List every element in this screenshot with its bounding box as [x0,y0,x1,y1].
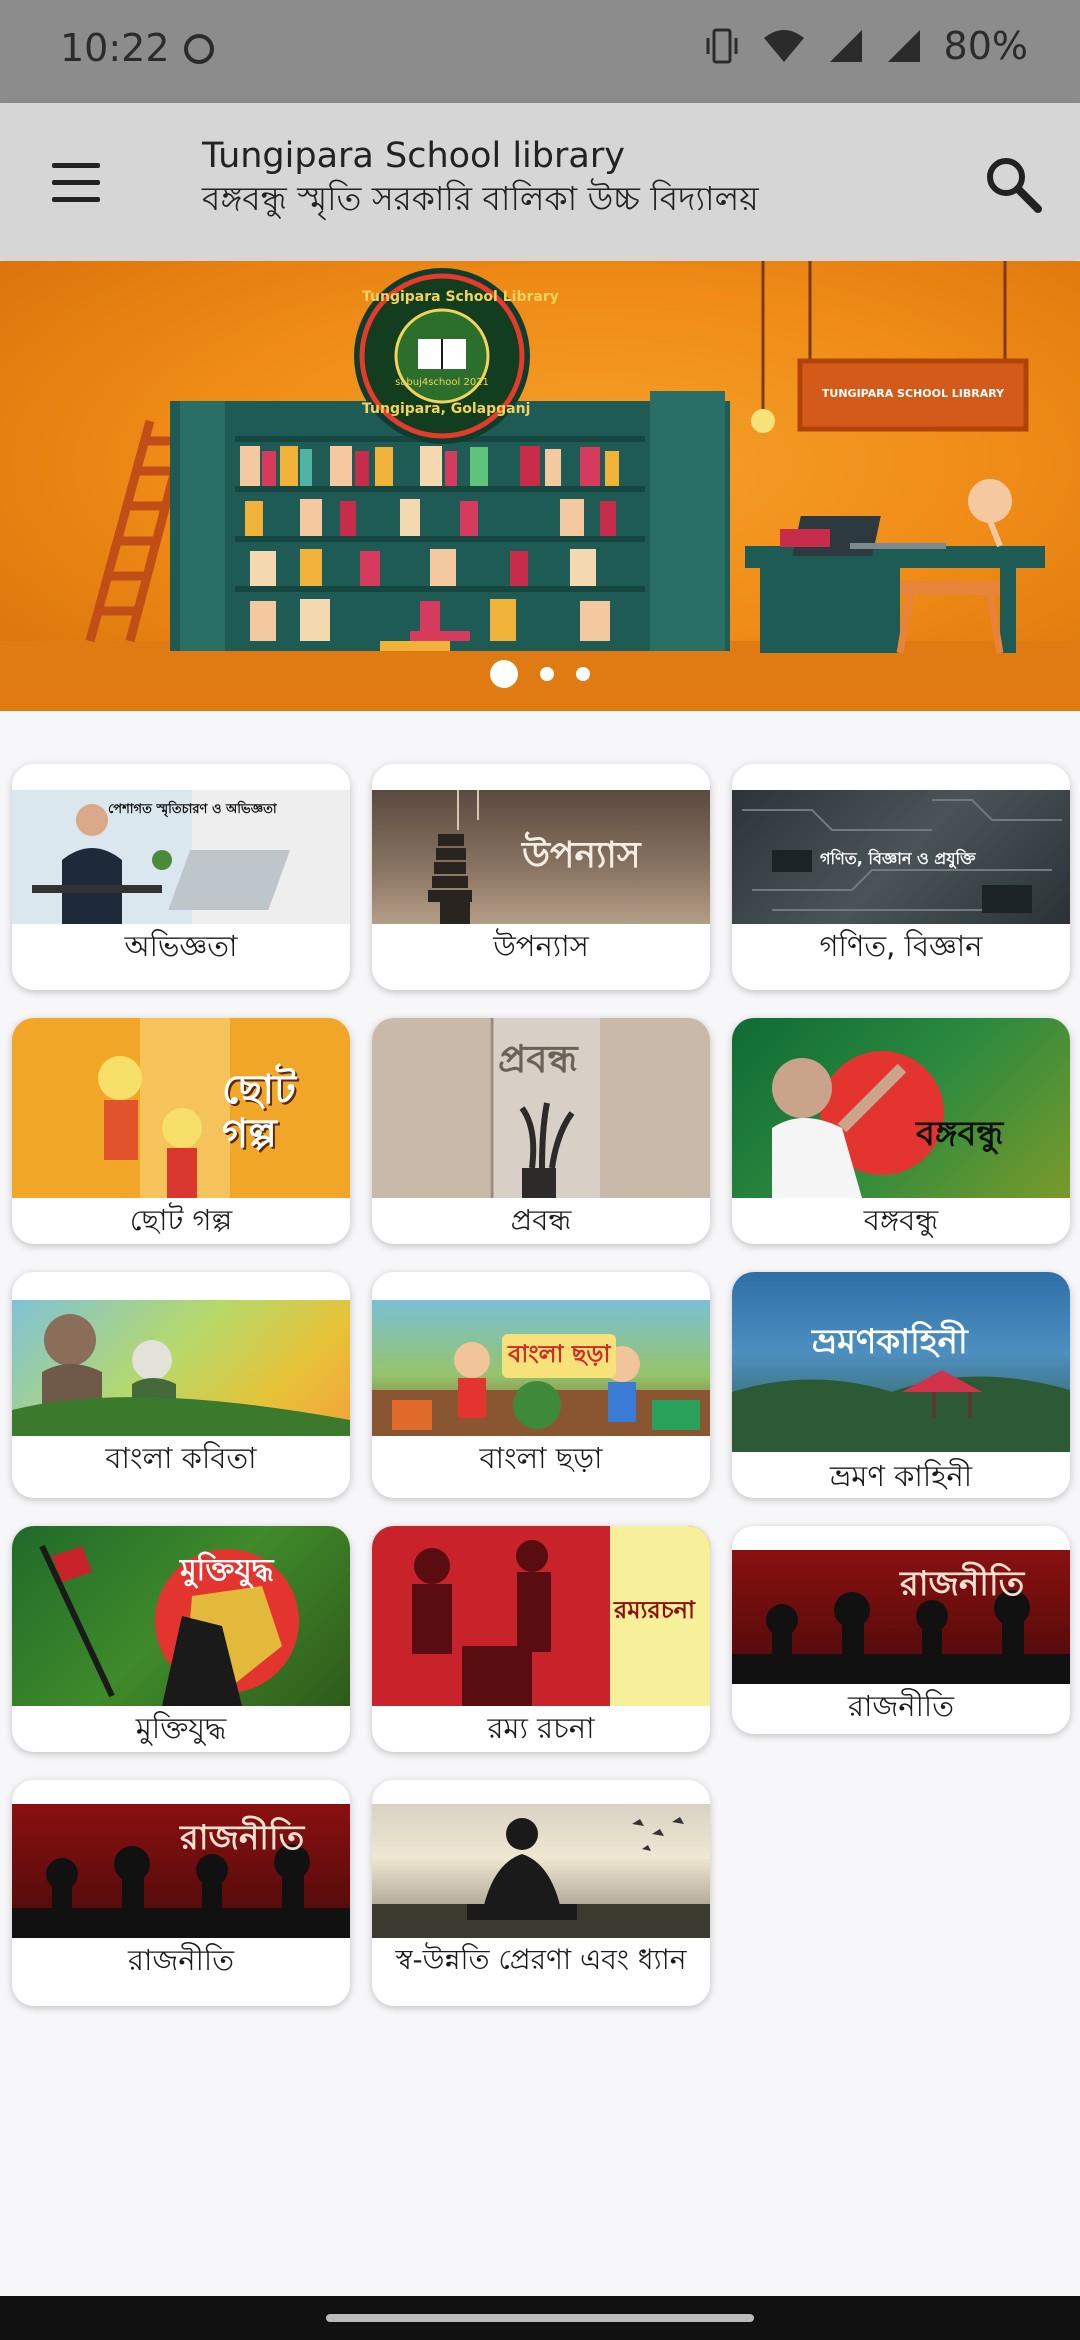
card-image: প্রবন্ধ [372,1018,710,1198]
card-image-text: বাংলা ছড়া [502,1334,617,1378]
card-image: উপন্যাস [372,790,710,924]
card-image: রাজনীতি [732,1550,1070,1684]
menu-icon[interactable] [46,153,106,213]
category-card-novel[interactable]: উপন্যাস উপন্যাস [372,764,710,990]
card-image: মুক্তিযুদ্ধ [12,1526,350,1706]
category-card-travel[interactable]: ভ্রমণকাহিনী ভ্রমণ কাহিনী [732,1272,1070,1498]
carousel-dot-active[interactable] [490,660,518,688]
category-label: উপন্যাস [493,929,589,963]
category-label: বাংলা ছড়া [479,1441,603,1475]
card-image: বঙ্গবন্ধু [732,1018,1070,1198]
card-image [12,1300,350,1436]
category-card-politics[interactable]: রাজনীতি রাজনীতি [732,1526,1070,1734]
category-card-math-science[interactable]: গণিত, বিজ্ঞান ও প্রযুক্তি গণিত, বিজ্ঞান [732,764,1070,990]
battery-level: 80% [943,24,1028,68]
card-image-text: বঙ্গবন্ধু [916,1114,1004,1154]
app-subtitle: বঙ্গবন্ধু স্মৃতি সরকারি বালিকা উচ্চ বিদ্… [202,179,759,218]
card-image-text: ভ্রমণকাহিনী [812,1322,968,1362]
category-label: ছোট গল্প [129,1203,233,1237]
carousel-dot[interactable] [540,667,554,681]
category-label: স্ব-উন্নতি প্রেরণা এবং ধ্যান [395,1943,687,1976]
category-card-self-improvement[interactable]: স্ব-উন্নতি প্রেরণা এবং ধ্যান [372,1780,710,2006]
card-image: রাজনীতি [12,1804,350,1938]
category-label: গণিত, বিজ্ঞান [819,929,983,963]
category-card-bangla-poetry[interactable]: বাংলা কবিতা [12,1272,350,1498]
status-icons: 80% [704,24,1028,68]
category-card-humor[interactable]: রম্যরচনা রম্য রচনা [372,1526,710,1752]
card-image-text: মুক্তিযুদ্ধ [180,1553,274,1588]
card-image-text: উপন্যাস [522,835,641,876]
library-sign-text: TUNGIPARA SCHOOL LIBRARY [821,387,1005,400]
signal-icon-2 [887,30,920,62]
logo-year: sabuj4school 2021 [395,377,489,388]
card-image-text: গণিত, বিজ্ঞান ও প্রযুক্তি [820,849,976,868]
category-label: ভ্রমণ কাহিনী [829,1459,972,1493]
category-card-politics-2[interactable]: রাজনীতি রাজনীতি [12,1780,350,2006]
gesture-navigation-bar [0,2296,1080,2340]
status-bar: 10:22 80% [0,0,1080,103]
card-image: পেশাগত স্মৃতিচারণ ও অভিজ্ঞতা [12,790,350,924]
category-label: প্রবন্ধ [510,1203,572,1237]
vibrate-icon [706,28,738,64]
logo-text-top: Tungipara School Library [362,289,559,305]
category-label: বাংলা কবিতা [105,1441,257,1475]
category-label: মুক্তিযুদ্ধ [135,1711,227,1745]
category-card-bangabandhu[interactable]: বঙ্গবন্ধু বঙ্গবন্ধু [732,1018,1070,1244]
card-image: গণিত, বিজ্ঞান ও প্রযুক্তি [732,790,1070,924]
category-label: রম্য রচনা [487,1711,595,1745]
category-label: রাজনীতি [848,1689,954,1723]
card-image: ভ্রমণকাহিনী [732,1272,1070,1452]
card-image-text: প্রবন্ধ [498,1037,578,1081]
app-bar: Tungipara School library বঙ্গবন্ধু স্মৃত… [0,103,1080,260]
carousel-dot[interactable] [576,667,590,681]
category-card-short-story[interactable]: ছোট গল্প ছোট গল্প [12,1018,350,1244]
wifi-icon [763,30,804,62]
category-card-bangla-rhymes[interactable]: বাংলা ছড়া বাংলা ছড়া [372,1272,710,1498]
card-image-text: রম্যরচনা [614,1596,695,1624]
status-time: 10:22 [60,26,170,70]
category-card-liberation-war[interactable]: মুক্তিযুদ্ধ মুক্তিযুদ্ধ [12,1526,350,1752]
home-handle[interactable] [326,2314,754,2322]
library-illustration [0,261,1080,711]
title-block: Tungipara School library বঙ্গবন্ধু স্মৃত… [202,135,942,221]
card-image: রম্যরচনা [372,1526,710,1706]
logo-text-bottom: Tungipara, Golapganj [362,401,531,417]
card-image-text: রাজনীতি [180,1818,305,1858]
category-label: বঙ্গবন্ধু [863,1203,939,1237]
search-icon[interactable] [982,153,1044,215]
card-image: ছোট গল্প [12,1018,350,1198]
card-image: বাংলা ছড়া [372,1300,710,1436]
category-label: রাজনীতি [128,1943,234,1977]
banner-carousel[interactable]: Tungipara School Library sabuj4school 20… [0,261,1080,711]
card-image-text: পেশাগত স্মৃতিচারণ ও অভিজ্ঞতা [108,802,277,817]
notification-icon [184,34,214,64]
signal-icon [829,30,862,62]
category-card-experience[interactable]: পেশাগত স্মৃতিচারণ ও অভিজ্ঞতা অভিজ্ঞতা [12,764,350,990]
card-image-text: রাজনীতি [900,1564,1025,1604]
carousel-indicator [0,660,1080,688]
category-label: অভিজ্ঞতা [124,929,238,963]
card-image [372,1804,710,1938]
card-image-text: ছোট গল্প [222,1067,296,1157]
app-title: Tungipara School library [202,136,625,176]
category-card-essay[interactable]: প্রবন্ধ প্রবন্ধ [372,1018,710,1244]
